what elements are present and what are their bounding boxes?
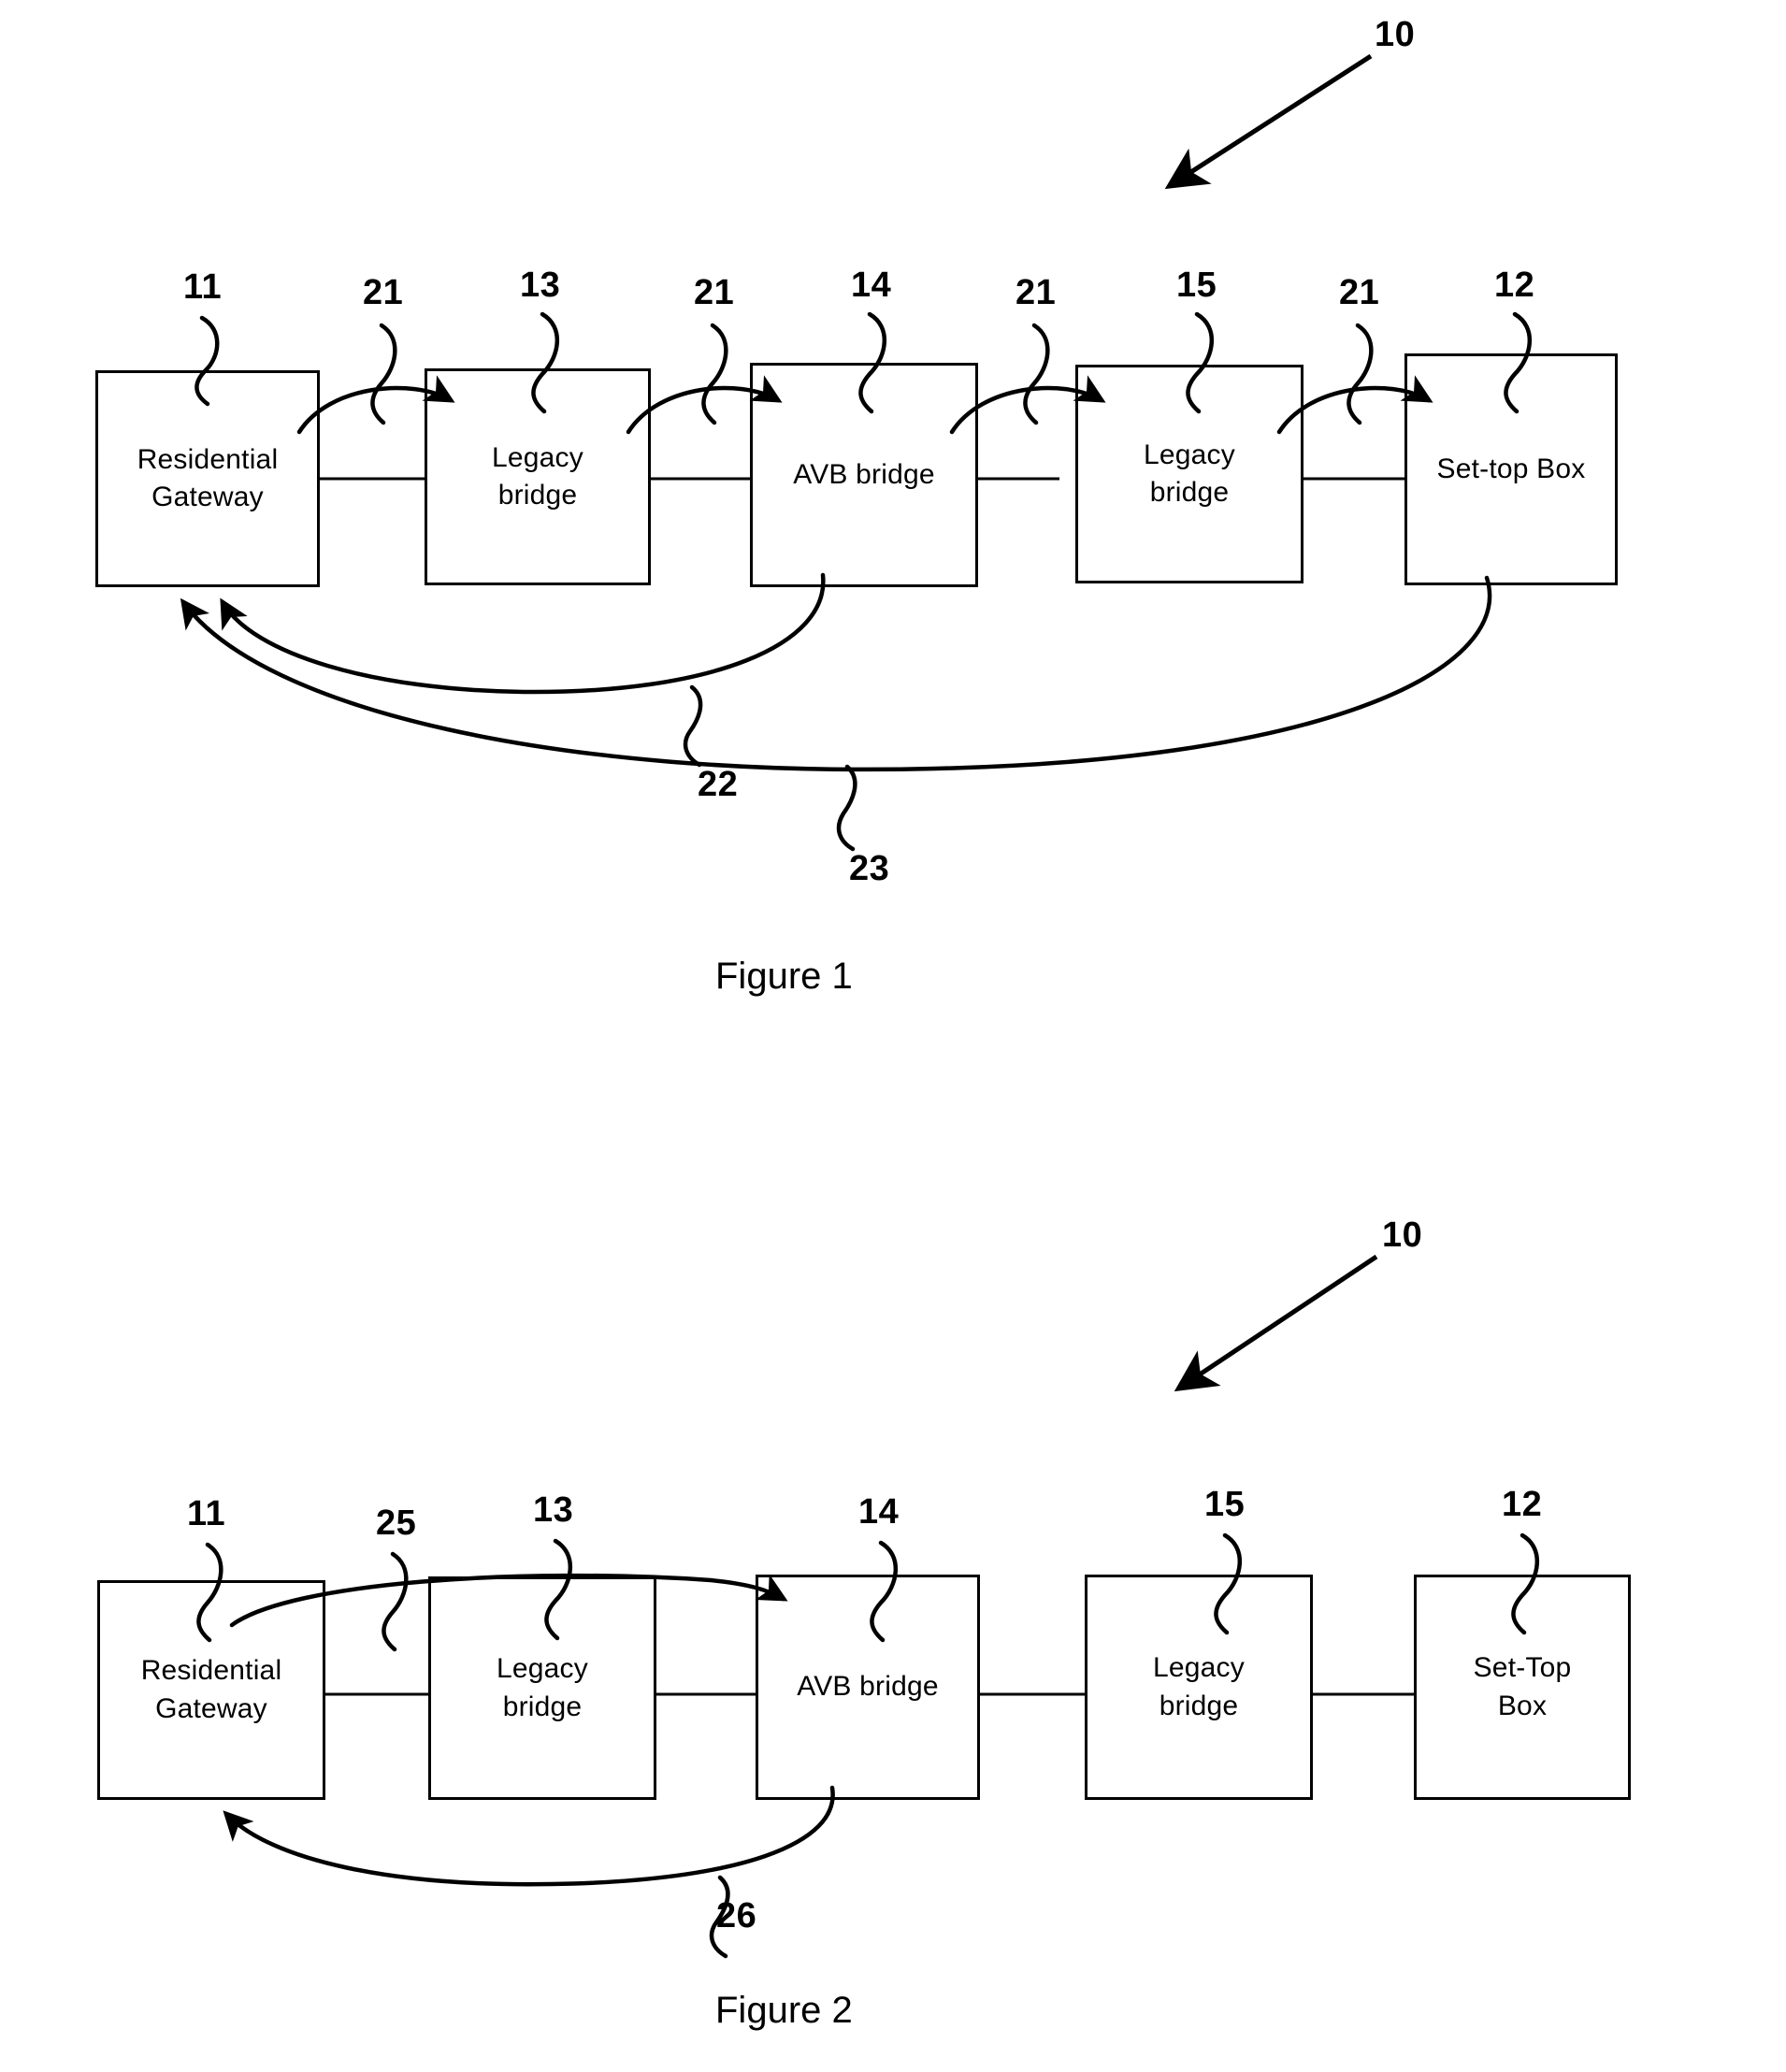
- leader-21-a: [370, 323, 397, 425]
- fig2-ref-14: 14: [858, 1492, 900, 1532]
- fig2-node-set-top-box-12[interactable]: Set-Top Box: [1414, 1575, 1631, 1800]
- fig2-system-ref: 10: [1382, 1216, 1423, 1255]
- fig2-node-label-15: Legacy bridge: [1153, 1652, 1245, 1721]
- fig1-ref-hop-1: 21: [363, 273, 404, 312]
- f2-leader-25: [382, 1551, 409, 1652]
- figure-1-caption: Figure 1: [715, 956, 853, 997]
- fig1-node-label-13: Legacy bridge: [492, 441, 583, 511]
- fig1-ref-hop-2: 21: [694, 273, 735, 312]
- fig1-node-label-11: Residential Gateway: [137, 443, 279, 513]
- fig1-node-legacy-bridge-13[interactable]: Legacy bridge: [425, 368, 651, 585]
- fig1-ref-hop-4: 21: [1339, 273, 1380, 312]
- fig1-node-residential-gateway[interactable]: Residential Gateway: [95, 370, 320, 587]
- fig1-ref-hop-3: 21: [1015, 273, 1057, 312]
- fig1-ref-13: 13: [520, 266, 561, 305]
- hidden-anchor-22: .: [621, 594, 625, 610]
- fig2-node-legacy-bridge-15[interactable]: Legacy bridge: [1085, 1575, 1313, 1800]
- fig2-ref-25: 25: [376, 1504, 417, 1543]
- fig2-node-legacy-bridge-13[interactable]: Legacy bridge: [428, 1576, 656, 1800]
- fig2-ref-15: 15: [1204, 1485, 1246, 1524]
- fig2-node-label-14: AVB bridge: [797, 1671, 939, 1703]
- leader-21-b: [701, 323, 728, 425]
- fig1-node-avb-bridge-14[interactable]: AVB bridge: [750, 363, 978, 587]
- figure-2-caption: Figure 2: [715, 1990, 853, 2031]
- fig2-ref-26: 26: [716, 1896, 757, 1935]
- fig2-node-residential-gateway[interactable]: Residential Gateway: [97, 1580, 325, 1800]
- fig1-node-label-15: Legacy bridge: [1144, 439, 1235, 509]
- fig1-ref-11: 11: [183, 267, 223, 307]
- fig1-return-path-22: [220, 572, 826, 768]
- fig1-node-set-top-box-12[interactable]: Set-top Box: [1404, 353, 1618, 585]
- leader-22: [683, 684, 703, 768]
- fig2-ref-12: 12: [1502, 1485, 1543, 1524]
- fig2-ref-11: 11: [187, 1494, 226, 1533]
- fig1-node-label-12: Set-top Box: [1436, 453, 1586, 484]
- fig1-ref-14: 14: [851, 266, 892, 305]
- fig1-ref-23: 23: [849, 849, 890, 888]
- leader-21-c: [1023, 323, 1050, 425]
- fig1-node-label-14: AVB bridge: [793, 458, 935, 490]
- fig2-node-label-12: Set-Top Box: [1473, 1652, 1572, 1721]
- fig1-node-legacy-bridge-15[interactable]: Legacy bridge: [1075, 365, 1303, 583]
- leader-23: [836, 764, 857, 852]
- fig1-system-ref: 10: [1375, 15, 1416, 54]
- leader-21-d: [1347, 323, 1374, 425]
- fig1-system-arrow: [1164, 53, 1373, 190]
- fig2-node-label-13: Legacy bridge: [497, 1653, 588, 1722]
- fig1-ref-22: 22: [698, 765, 739, 804]
- fig1-ref-15: 15: [1176, 266, 1217, 305]
- fig2-node-label-11: Residential Gateway: [140, 1655, 282, 1724]
- fig1-return-path-23: [180, 575, 1492, 852]
- fig2-ref-13: 13: [533, 1490, 574, 1530]
- fig2-system-arrow: [1174, 1254, 1378, 1392]
- fig2-node-avb-bridge-14[interactable]: AVB bridge: [756, 1575, 980, 1800]
- patent-drawing-sheet: 10 11 21 13 21 14 21 15 21 12 Residentia…: [0, 0, 1786, 2072]
- fig1-ref-12: 12: [1494, 266, 1535, 305]
